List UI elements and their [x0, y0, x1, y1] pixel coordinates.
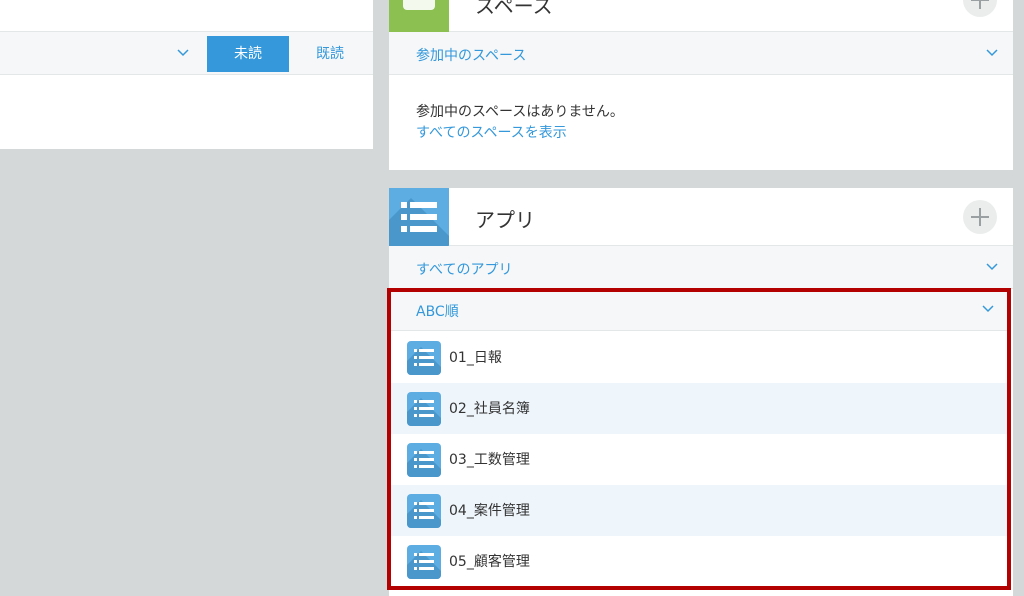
notification-header — [0, 0, 373, 32]
unread-button[interactable]: 未読 — [207, 36, 289, 72]
chevron-down-icon — [986, 263, 998, 271]
app-list-icon — [407, 443, 441, 477]
space-widget: スペース 参加中のスペース 参加中のスペースはありません。 すべてのスペースを表… — [389, 0, 1013, 170]
app-row-customer-management[interactable]: 05_顧客管理 — [391, 536, 1007, 587]
sort-order-dropdown[interactable]: ABC順 — [389, 288, 1009, 331]
app-list: 01_日報 02_社員名簿 03_工数管理 04_案件管理 05_顧客管理 — [391, 332, 1007, 587]
app-widget-header: アプリ — [389, 188, 1013, 246]
app-list-icon — [407, 545, 441, 579]
app-widget-title: アプリ — [475, 208, 535, 232]
app-row-nippo[interactable]: 01_日報 — [391, 332, 1007, 383]
show-all-spaces-link[interactable]: すべてのスペースを表示 — [416, 123, 567, 143]
chevron-down-icon — [982, 305, 994, 313]
app-row-label: 02_社員名簿 — [449, 401, 530, 417]
space-chat-icon — [389, 0, 449, 32]
app-row-label: 04_案件管理 — [449, 503, 530, 519]
app-row-man-hours[interactable]: 03_工数管理 — [391, 434, 1007, 485]
read-button[interactable]: 既読 — [300, 36, 360, 72]
app-row-label: 01_日報 — [449, 350, 502, 366]
app-row-employee-directory[interactable]: 02_社員名簿 — [391, 383, 1007, 434]
app-widget: アプリ すべてのアプリ ABC順 01_日報 02_社員名簿 03_工数管理 0… — [387, 188, 1013, 596]
app-row-label: 03_工数管理 — [449, 452, 530, 468]
sort-order-label: ABC順 — [416, 304, 459, 320]
app-list-icon — [407, 392, 441, 426]
joined-spaces-label: 参加中のスペース — [416, 48, 527, 64]
notification-filter-bar: 未読 既読 — [0, 32, 373, 75]
joined-spaces-dropdown[interactable]: 参加中のスペース — [389, 32, 1013, 75]
space-widget-header: スペース — [389, 0, 1013, 32]
space-widget-body: 参加中のスペースはありません。 すべてのスペースを表示 — [389, 75, 1013, 143]
app-list-icon — [407, 341, 441, 375]
no-spaces-message: 参加中のスペースはありません。 — [416, 104, 624, 120]
app-list-section: ABC順 01_日報 02_社員名簿 03_工数管理 04_案件管理 05_顧客… — [387, 288, 1013, 590]
app-row-label: 05_顧客管理 — [449, 554, 530, 570]
app-list-icon — [389, 188, 449, 246]
add-space-button[interactable] — [963, 0, 997, 17]
app-row-project-management[interactable]: 04_案件管理 — [391, 485, 1007, 536]
chevron-down-icon — [986, 49, 998, 57]
space-widget-title: スペース — [475, 0, 553, 18]
app-list-icon — [407, 494, 441, 528]
all-apps-dropdown[interactable]: すべてのアプリ — [389, 246, 1013, 289]
all-apps-label: すべてのアプリ — [416, 262, 513, 278]
notification-panel: 未読 既読 — [0, 0, 373, 149]
add-app-button[interactable] — [963, 200, 997, 234]
chevron-down-icon[interactable] — [176, 46, 190, 60]
